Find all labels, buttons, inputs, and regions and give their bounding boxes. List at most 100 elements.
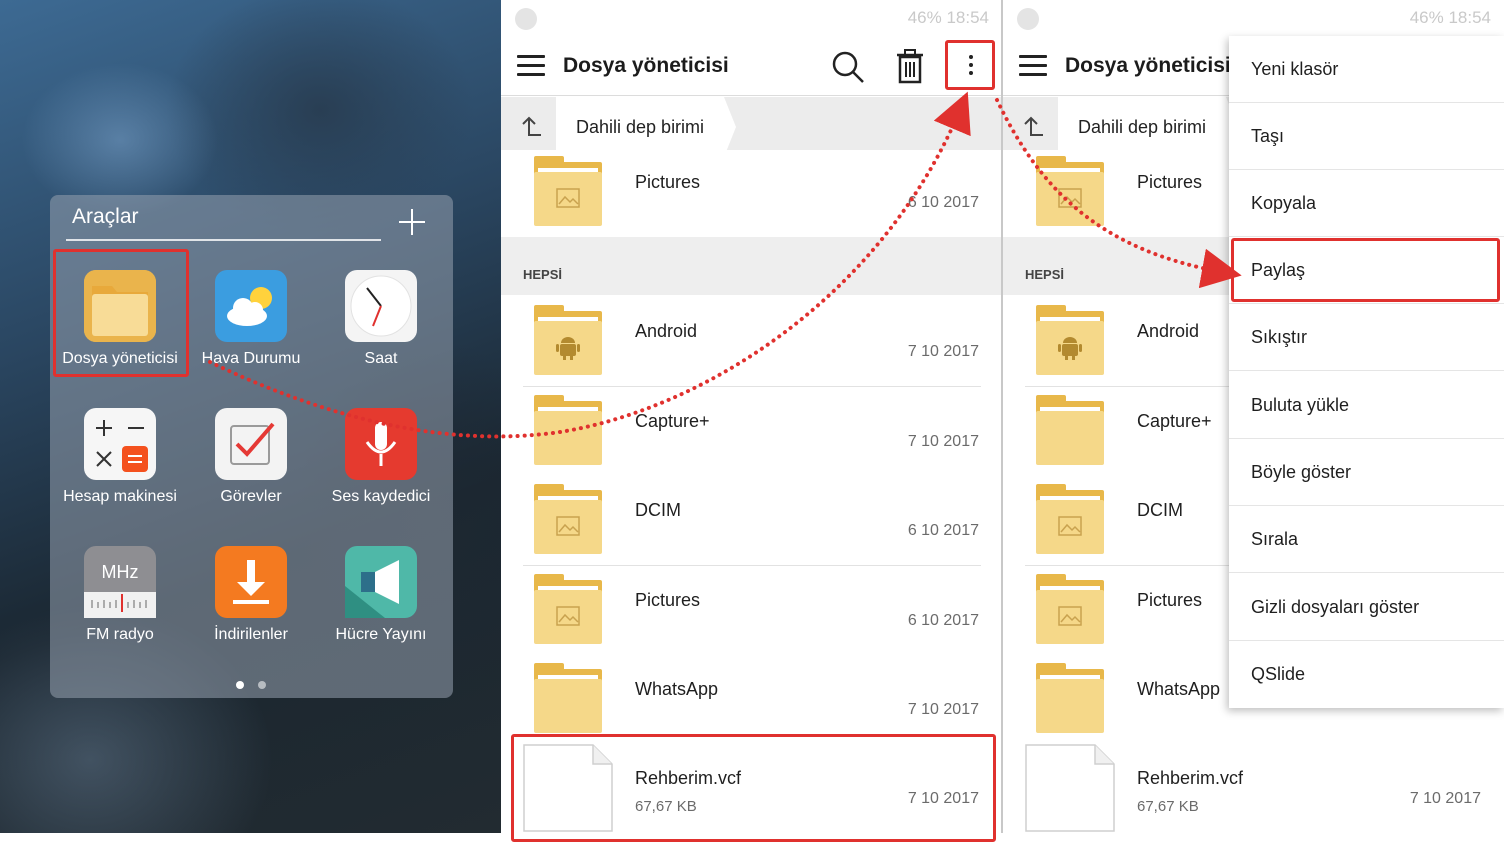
menu-item-label: Yeni klasör	[1251, 59, 1339, 79]
list-item[interactable]: Pictures 6 10 2017	[501, 566, 1001, 656]
status-text: 46% 18:54	[1409, 8, 1491, 27]
app-bar: Dosya yöneticisi	[501, 36, 1001, 96]
item-name: DCIM	[1137, 500, 1183, 520]
menu-item-view-as[interactable]: Böyle göster	[1229, 439, 1504, 506]
radio-badge: MHz	[101, 562, 139, 582]
page-dot-active[interactable]	[236, 681, 244, 689]
folder-title: Araçlar	[72, 205, 139, 228]
app-downloads[interactable]: İndirilenler	[186, 546, 316, 666]
menu-item-qslide[interactable]: QSlide	[1229, 641, 1504, 708]
list-item[interactable]: Capture+ 7 10 2017	[501, 387, 1001, 477]
folder-title-underline	[66, 239, 381, 241]
android-folder-icon	[1036, 305, 1104, 375]
trash-icon[interactable]	[893, 48, 927, 84]
item-name: Capture+	[1137, 411, 1212, 431]
megaphone-icon	[345, 546, 417, 618]
notification-icon	[515, 8, 537, 30]
app-weather[interactable]: Hava Durumu	[186, 270, 316, 390]
list-item[interactable]: Pictures 6 10 2017	[501, 150, 1001, 236]
list-item[interactable]: WhatsApp 7 10 2017	[501, 655, 1001, 745]
up-arrow-icon[interactable]	[1021, 115, 1045, 139]
android-folder-icon	[534, 305, 602, 375]
menu-item-copy[interactable]: Kopyala	[1229, 170, 1504, 237]
item-name: WhatsApp	[1137, 679, 1221, 699]
item-name: Pictures	[1137, 590, 1203, 610]
status-bar: 46% 18:54	[501, 0, 1001, 36]
search-icon[interactable]	[831, 50, 865, 84]
breadcrumb-label: Dahili dep birimi	[576, 117, 705, 137]
section-header: HEPSİ	[501, 237, 1001, 295]
image-folder-icon	[534, 574, 602, 644]
highlight-file-manager-app	[53, 249, 189, 377]
menu-item-compress[interactable]: Sıkıştır	[1229, 304, 1504, 371]
app-label: Hücre Yayını	[335, 626, 427, 643]
menu-item-move[interactable]: Taşı	[1229, 103, 1504, 170]
item-name: Pictures	[635, 172, 701, 192]
section-label: HEPSİ	[523, 267, 563, 282]
menu-item-label: Taşı	[1251, 126, 1285, 146]
download-icon	[215, 546, 287, 618]
page-indicator	[234, 681, 274, 691]
tutorial-composite: Araçlar Dosya yöneticisi Hava Durumu Saa…	[0, 0, 1504, 844]
app-clock[interactable]: Saat	[316, 270, 446, 390]
menu-item-label: Buluta yükle	[1251, 395, 1350, 415]
item-name: DCIM	[635, 500, 681, 520]
tasks-icon	[215, 408, 287, 480]
menu-icon[interactable]	[517, 55, 545, 77]
item-name: Android	[635, 321, 698, 341]
breadcrumb-item[interactable]: Dahili dep birimi	[556, 97, 736, 157]
section-label: HEPSİ	[1025, 267, 1065, 282]
menu-item-show-hidden[interactable]: Gizli dosyaları göster	[1229, 574, 1504, 641]
item-name: Capture+	[635, 411, 710, 431]
page-dot[interactable]	[258, 681, 266, 689]
item-date: 7 10 2017	[907, 701, 979, 718]
item-date: 6 10 2017	[907, 612, 979, 629]
image-folder-icon	[534, 156, 602, 226]
folder-icon	[1036, 395, 1104, 465]
radio-icon: MHz	[84, 546, 156, 618]
app-title: Dosya yöneticisi	[1065, 54, 1231, 77]
menu-item-label: Gizli dosyaları göster	[1251, 597, 1420, 617]
item-date: 7 10 2017	[1409, 790, 1481, 807]
overflow-menu: Yeni klasör Taşı Kopyala Paylaş Sıkıştır…	[1229, 36, 1504, 708]
plus-icon[interactable]	[394, 205, 430, 241]
menu-item-upload-cloud[interactable]: Buluta yükle	[1229, 372, 1504, 439]
app-fm-radio[interactable]: MHz FM radyo	[55, 546, 185, 666]
app-voice-recorder[interactable]: Ses kaydedici	[316, 408, 446, 528]
app-label: Ses kaydedici	[331, 488, 431, 505]
home-screen-panel: Araçlar Dosya yöneticisi Hava Durumu Saa…	[0, 0, 501, 833]
folder-icon	[534, 395, 602, 465]
item-date: 6 10 2017	[907, 522, 979, 539]
microphone-icon	[345, 408, 417, 480]
item-date: 7 10 2017	[907, 433, 979, 450]
menu-item-label: Sırala	[1251, 529, 1299, 549]
list-item[interactable]: DCIM 6 10 2017	[501, 476, 1001, 566]
app-calculator[interactable]: Hesap makinesi	[55, 408, 185, 528]
clock-icon	[345, 270, 417, 342]
app-tasks[interactable]: Görevler	[186, 408, 316, 528]
up-arrow-icon[interactable]	[519, 115, 543, 139]
app-label: FM radyo	[86, 626, 154, 643]
breadcrumb: Dahili dep birimi	[501, 97, 1001, 157]
menu-item-label: Kopyala	[1251, 193, 1317, 213]
menu-icon[interactable]	[1019, 55, 1047, 77]
app-cell-broadcast[interactable]: Hücre Yayını	[316, 546, 446, 666]
highlight-more-options	[945, 40, 995, 90]
breadcrumb-item[interactable]: Dahili dep birimi	[1058, 97, 1238, 157]
item-size: 67,67 KB	[1137, 798, 1199, 815]
app-label: Hava Durumu	[201, 350, 301, 367]
list-item[interactable]: Android 7 10 2017	[501, 297, 1001, 387]
image-folder-icon	[1036, 484, 1104, 554]
list-item[interactable]: Rehberim.vcf 67,67 KB 7 10 2017	[1003, 744, 1501, 833]
app-label: İndirilenler	[214, 626, 288, 643]
menu-item-sort[interactable]: Sırala	[1229, 506, 1504, 573]
item-date: 6 10 2017	[907, 194, 979, 211]
file-manager-panel: 46% 18:54 Dosya yöneticisi Dahili dep bi…	[501, 0, 1001, 833]
highlight-vcf-file	[511, 734, 996, 842]
folder-icon	[534, 663, 602, 733]
breadcrumb-label: Dahili dep birimi	[1078, 117, 1207, 137]
menu-item-new-folder[interactable]: Yeni klasör	[1229, 36, 1504, 103]
menu-item-label: QSlide	[1251, 664, 1306, 684]
calculator-icon	[84, 408, 156, 480]
menu-item-label: Böyle göster	[1251, 462, 1352, 482]
